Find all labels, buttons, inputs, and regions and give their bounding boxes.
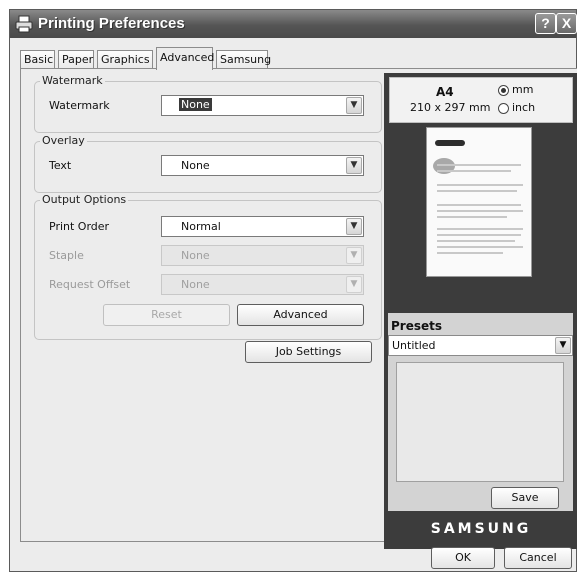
watermark-value: None (179, 98, 212, 111)
job-settings-button[interactable]: Job Settings (245, 341, 372, 363)
title-bar[interactable]: Printing Preferences ? X (10, 10, 577, 38)
save-preset-button[interactable]: Save (491, 487, 559, 509)
advanced-button[interactable]: Advanced (237, 304, 364, 326)
paper-info-box: A4 210 x 297 mm mm inch (389, 77, 573, 123)
request-offset-label: Request Offset (49, 278, 131, 291)
overlay-text-label: Text (49, 159, 72, 172)
window-title: Printing Preferences (38, 15, 185, 32)
text-line (437, 210, 523, 212)
overlay-group-title: Overlay (40, 134, 87, 147)
tab-basic[interactable]: Basic (20, 50, 55, 69)
overlay-text-value: None (181, 159, 210, 172)
staple-value: None (181, 249, 210, 262)
output-options-group: Output Options Print Order Normal ▼ Stap… (34, 193, 382, 340)
paper-dimensions: 210 x 297 mm (410, 101, 491, 114)
cancel-button[interactable]: Cancel (504, 547, 572, 569)
tab-samsung[interactable]: Samsung (216, 50, 271, 69)
presets-value: Untitled (392, 339, 436, 352)
watermark-label: Watermark (49, 99, 110, 112)
paper-size: A4 (436, 85, 454, 99)
text-line (437, 246, 523, 248)
presets-title: Presets (391, 319, 443, 333)
staple-select[interactable]: None ▼ (161, 245, 364, 266)
ok-button[interactable]: OK (431, 547, 495, 569)
text-line (437, 228, 523, 230)
presets-list[interactable] (396, 362, 564, 482)
close-button[interactable]: X (556, 13, 577, 34)
request-offset-select[interactable]: None ▼ (161, 274, 364, 295)
chevron-down-icon[interactable]: ▼ (555, 337, 571, 354)
watermark-select[interactable]: None ▼ (161, 95, 364, 116)
print-order-label: Print Order (49, 220, 110, 233)
overlay-text-select[interactable]: None ▼ (161, 155, 364, 176)
preview-panel: A4 210 x 297 mm mm inch Presets Untitled… (384, 73, 577, 549)
chevron-down-icon[interactable]: ▼ (346, 276, 362, 293)
text-line (437, 164, 521, 166)
printing-preferences-window: Printing Preferences ? X Basic Paper Gra… (9, 9, 577, 572)
tab-advanced[interactable]: Advanced (156, 47, 214, 70)
chevron-down-icon[interactable]: ▼ (346, 218, 362, 235)
inch-radio[interactable] (498, 103, 509, 114)
text-line (437, 190, 517, 192)
text-line (437, 240, 515, 242)
tab-graphics[interactable]: Graphics (97, 50, 153, 69)
printer-icon (15, 15, 33, 33)
text-line (437, 216, 507, 218)
document-preview (426, 127, 532, 277)
request-offset-value: None (181, 278, 210, 291)
text-line (437, 184, 523, 186)
text-line (437, 234, 521, 236)
text-line (437, 170, 511, 172)
staple-label: Staple (49, 249, 84, 262)
print-order-value: Normal (181, 220, 221, 233)
chevron-down-icon[interactable]: ▼ (346, 97, 362, 114)
reset-button[interactable]: Reset (103, 304, 230, 326)
output-options-group-title: Output Options (40, 193, 129, 206)
overlay-group: Overlay Text None ▼ (34, 134, 382, 193)
text-line (437, 252, 503, 254)
watermark-group: Watermark Watermark None ▼ (34, 74, 382, 133)
watermark-group-title: Watermark (40, 74, 105, 87)
mm-radio[interactable] (498, 85, 509, 96)
presets-select[interactable]: Untitled ▼ (388, 335, 573, 356)
chevron-down-icon[interactable]: ▼ (346, 247, 362, 264)
presets-panel: Presets Untitled ▼ Save (388, 313, 573, 511)
text-line (437, 204, 521, 206)
inch-radio-label: inch (512, 101, 536, 114)
samsung-brand-logo: SAMSUNG (430, 521, 532, 537)
print-order-select[interactable]: Normal ▼ (161, 216, 364, 237)
mm-radio-label: mm (512, 83, 534, 96)
chevron-down-icon[interactable]: ▼ (346, 157, 362, 174)
help-button[interactable]: ? (535, 13, 556, 34)
tab-paper[interactable]: Paper (58, 50, 94, 69)
samsung-logo-icon (435, 140, 465, 146)
